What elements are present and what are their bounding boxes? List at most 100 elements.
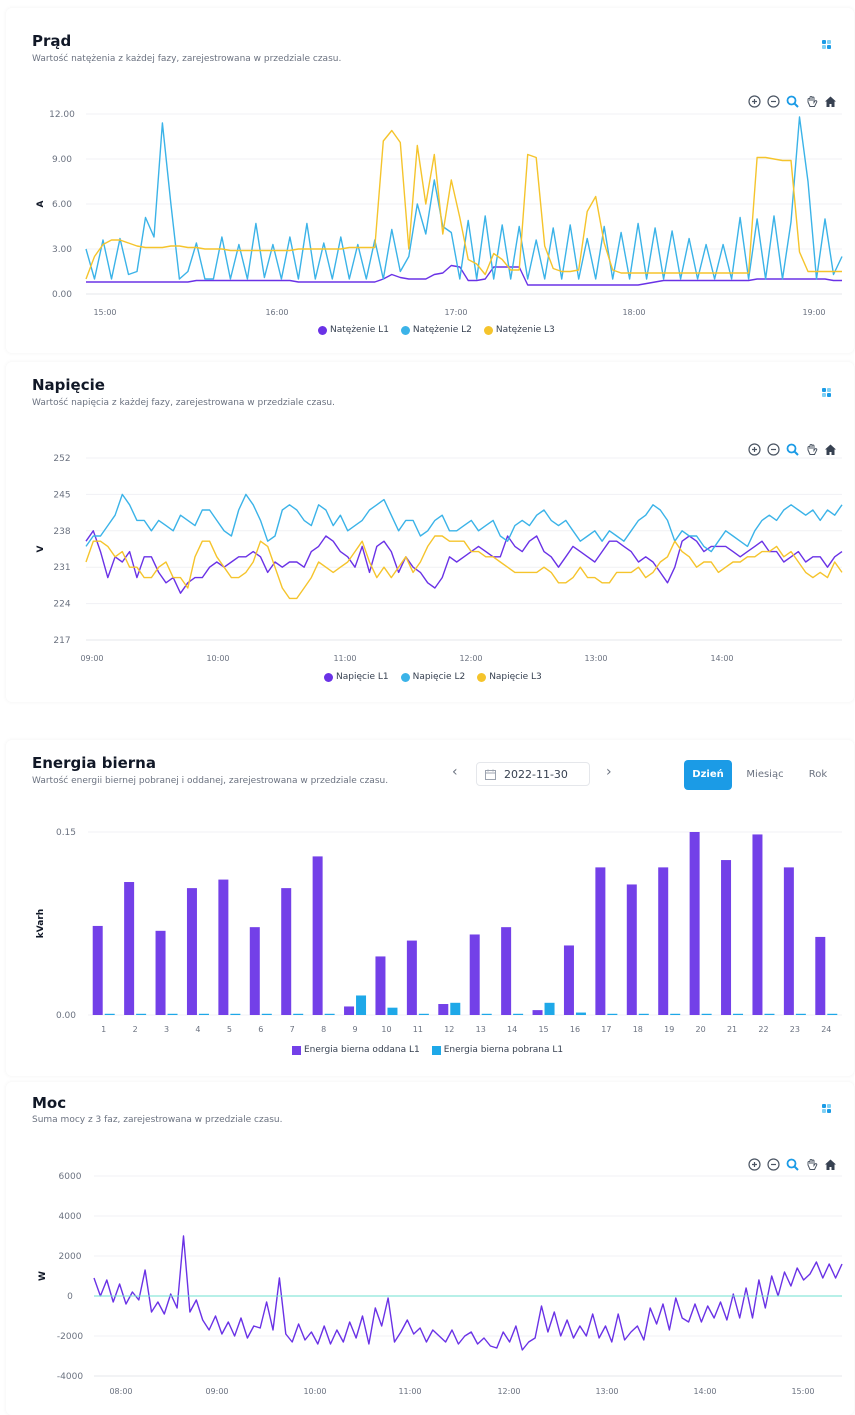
legend-item[interactable]: Napięcie L1 bbox=[324, 672, 389, 682]
x-tick-label: 4 bbox=[195, 1025, 200, 1034]
x-tick-label: 15:00 bbox=[791, 1387, 814, 1396]
legend-item[interactable]: Energia bierna pobrana L1 bbox=[431, 1045, 563, 1055]
bar-oddana bbox=[532, 1010, 543, 1015]
bar-pobrana bbox=[324, 1013, 335, 1015]
x-tick-label: 10 bbox=[381, 1025, 391, 1034]
y-axis-label: W bbox=[38, 1271, 48, 1281]
x-tick-label: 08:00 bbox=[109, 1387, 132, 1396]
y-tick-label: 0.00 bbox=[56, 1011, 76, 1021]
power-chart: 6000 4000 2000 0 -2000 -4000 W 08:00 09:00 10:00 1… bbox=[38, 1172, 843, 1396]
y-tick-label: 6.00 bbox=[52, 200, 72, 210]
x-tick-label: 11:00 bbox=[398, 1387, 421, 1396]
bar-oddana bbox=[312, 856, 323, 1015]
legend-swatch bbox=[318, 325, 327, 335]
legend-item[interactable]: Energia bierna oddana L1 bbox=[292, 1045, 420, 1055]
bar-pobrana bbox=[198, 1013, 209, 1015]
y-tick-label: -2000 bbox=[57, 1332, 83, 1342]
bar-oddana bbox=[375, 956, 386, 1015]
legend-item[interactable]: Napięcie L2 bbox=[400, 672, 465, 682]
next-date-button[interactable]: › bbox=[606, 764, 612, 780]
bar-pobrana bbox=[733, 1013, 744, 1015]
x-tick-label: 18 bbox=[633, 1025, 643, 1034]
y-tick-label: 217 bbox=[53, 636, 70, 646]
x-tick-label: 16:00 bbox=[265, 308, 288, 317]
x-tick-label: 11 bbox=[413, 1025, 423, 1034]
tab-month[interactable]: Miesiąc bbox=[740, 760, 790, 790]
bar-oddana bbox=[344, 1006, 355, 1015]
y-tick-label: -4000 bbox=[57, 1372, 83, 1382]
x-tick-label: 17:00 bbox=[444, 308, 467, 317]
y-tick-label: 4000 bbox=[59, 1212, 82, 1222]
x-tick-label: 17 bbox=[601, 1025, 611, 1034]
x-tick-label: 14 bbox=[507, 1025, 517, 1034]
x-tick-label: 24 bbox=[821, 1025, 831, 1034]
x-tick-label: 11:00 bbox=[333, 654, 356, 663]
y-tick-label: 0 bbox=[67, 1292, 73, 1302]
bar-oddana bbox=[595, 867, 606, 1015]
legend-label: Natężenie L1 bbox=[330, 325, 389, 335]
legend-label: Natężenie L2 bbox=[412, 325, 472, 335]
legend-swatch bbox=[292, 1045, 301, 1055]
bar-pobrana bbox=[450, 1002, 461, 1015]
y-tick-label: 224 bbox=[53, 600, 70, 610]
x-tick-label: 20 bbox=[696, 1025, 706, 1034]
legend-item[interactable]: Napięcie L3 bbox=[477, 672, 542, 682]
y-tick-label: 231 bbox=[53, 563, 70, 573]
series-line-natężenie-l2 bbox=[85, 116, 843, 280]
bar-pobrana bbox=[418, 1013, 429, 1015]
y-tick-label: 252 bbox=[53, 454, 70, 464]
x-tick-label: 6 bbox=[258, 1025, 263, 1034]
bar-pobrana bbox=[513, 1013, 524, 1015]
legend-swatch bbox=[477, 672, 487, 682]
legend-swatch bbox=[400, 325, 410, 335]
x-tick-label: 19 bbox=[664, 1025, 674, 1034]
legend-swatch bbox=[400, 672, 410, 682]
y-tick-label: 245 bbox=[53, 490, 70, 500]
y-tick-label: 0.00 bbox=[52, 290, 72, 300]
x-tick-label: 15:00 bbox=[93, 308, 116, 317]
x-tick-label: 13 bbox=[476, 1025, 486, 1034]
legend-label: Napięcie L1 bbox=[336, 672, 389, 682]
x-tick-label: 3 bbox=[164, 1025, 169, 1034]
x-tick-label: 5 bbox=[227, 1025, 232, 1034]
y-tick-label: 0.15 bbox=[56, 828, 76, 838]
date-picker[interactable]: 2022-11-30 bbox=[476, 762, 590, 786]
date-value: 2022-11-30 bbox=[504, 767, 568, 781]
x-tick-label: 09:00 bbox=[80, 654, 103, 663]
current-chart: 12.00 9.00 6.00 3.00 0.00 A 15:00 16:00 17:00 18:… bbox=[36, 110, 843, 317]
y-axis-label: kVarh bbox=[36, 909, 46, 938]
legend-swatch bbox=[431, 1045, 441, 1055]
y-tick-label: 238 bbox=[53, 527, 70, 537]
legend-item[interactable]: Natężenie L1 bbox=[318, 325, 389, 335]
bar-oddana bbox=[406, 940, 417, 1015]
reactive-chart: 0.150.00kVarh1 2 3 4 5 6 7 8 9 10 11 12 13 14 15 16 17 18… bbox=[36, 828, 842, 1034]
x-tick-label: 7 bbox=[290, 1025, 295, 1034]
legend-item[interactable]: Natężenie L2 bbox=[400, 325, 472, 335]
tab-year[interactable]: Rok bbox=[800, 760, 836, 790]
prev-date-button[interactable]: ‹ bbox=[452, 764, 458, 780]
reactive-legend: Energia bierna oddana L1 Energia bierna … bbox=[292, 1045, 563, 1055]
bar-oddana bbox=[92, 925, 103, 1015]
bar-pobrana bbox=[230, 1013, 241, 1015]
x-tick-label: 19:00 bbox=[802, 308, 825, 317]
series-line-napięcie-l2 bbox=[85, 493, 843, 553]
legend-item[interactable]: Natężenie L3 bbox=[483, 325, 555, 335]
bar-oddana bbox=[752, 834, 763, 1015]
x-tick-label: 10:00 bbox=[303, 1387, 326, 1396]
x-tick-label: 23 bbox=[790, 1025, 800, 1034]
current-legend: Natężenie L1 Natężenie L2 Natężenie L3 bbox=[318, 325, 555, 335]
bar-pobrana bbox=[795, 1013, 806, 1015]
bar-oddana bbox=[689, 832, 700, 1015]
bar-pobrana bbox=[701, 1013, 712, 1015]
bar-oddana bbox=[469, 934, 480, 1015]
legend-swatch bbox=[483, 325, 493, 335]
tab-day[interactable]: Dzień bbox=[684, 760, 732, 790]
x-tick-label: 13:00 bbox=[595, 1387, 618, 1396]
voltage-card: Napięcie Wartość napięcia z każdej fazy,… bbox=[6, 362, 854, 702]
bar-pobrana bbox=[827, 1013, 838, 1015]
bar-pobrana bbox=[261, 1013, 272, 1015]
legend-label: Natężenie L3 bbox=[495, 325, 555, 335]
bar-pobrana bbox=[136, 1013, 147, 1015]
bar-pobrana bbox=[575, 1012, 586, 1015]
reactive-card: Energia bierna Wartość energii biernej p… bbox=[6, 740, 854, 1076]
